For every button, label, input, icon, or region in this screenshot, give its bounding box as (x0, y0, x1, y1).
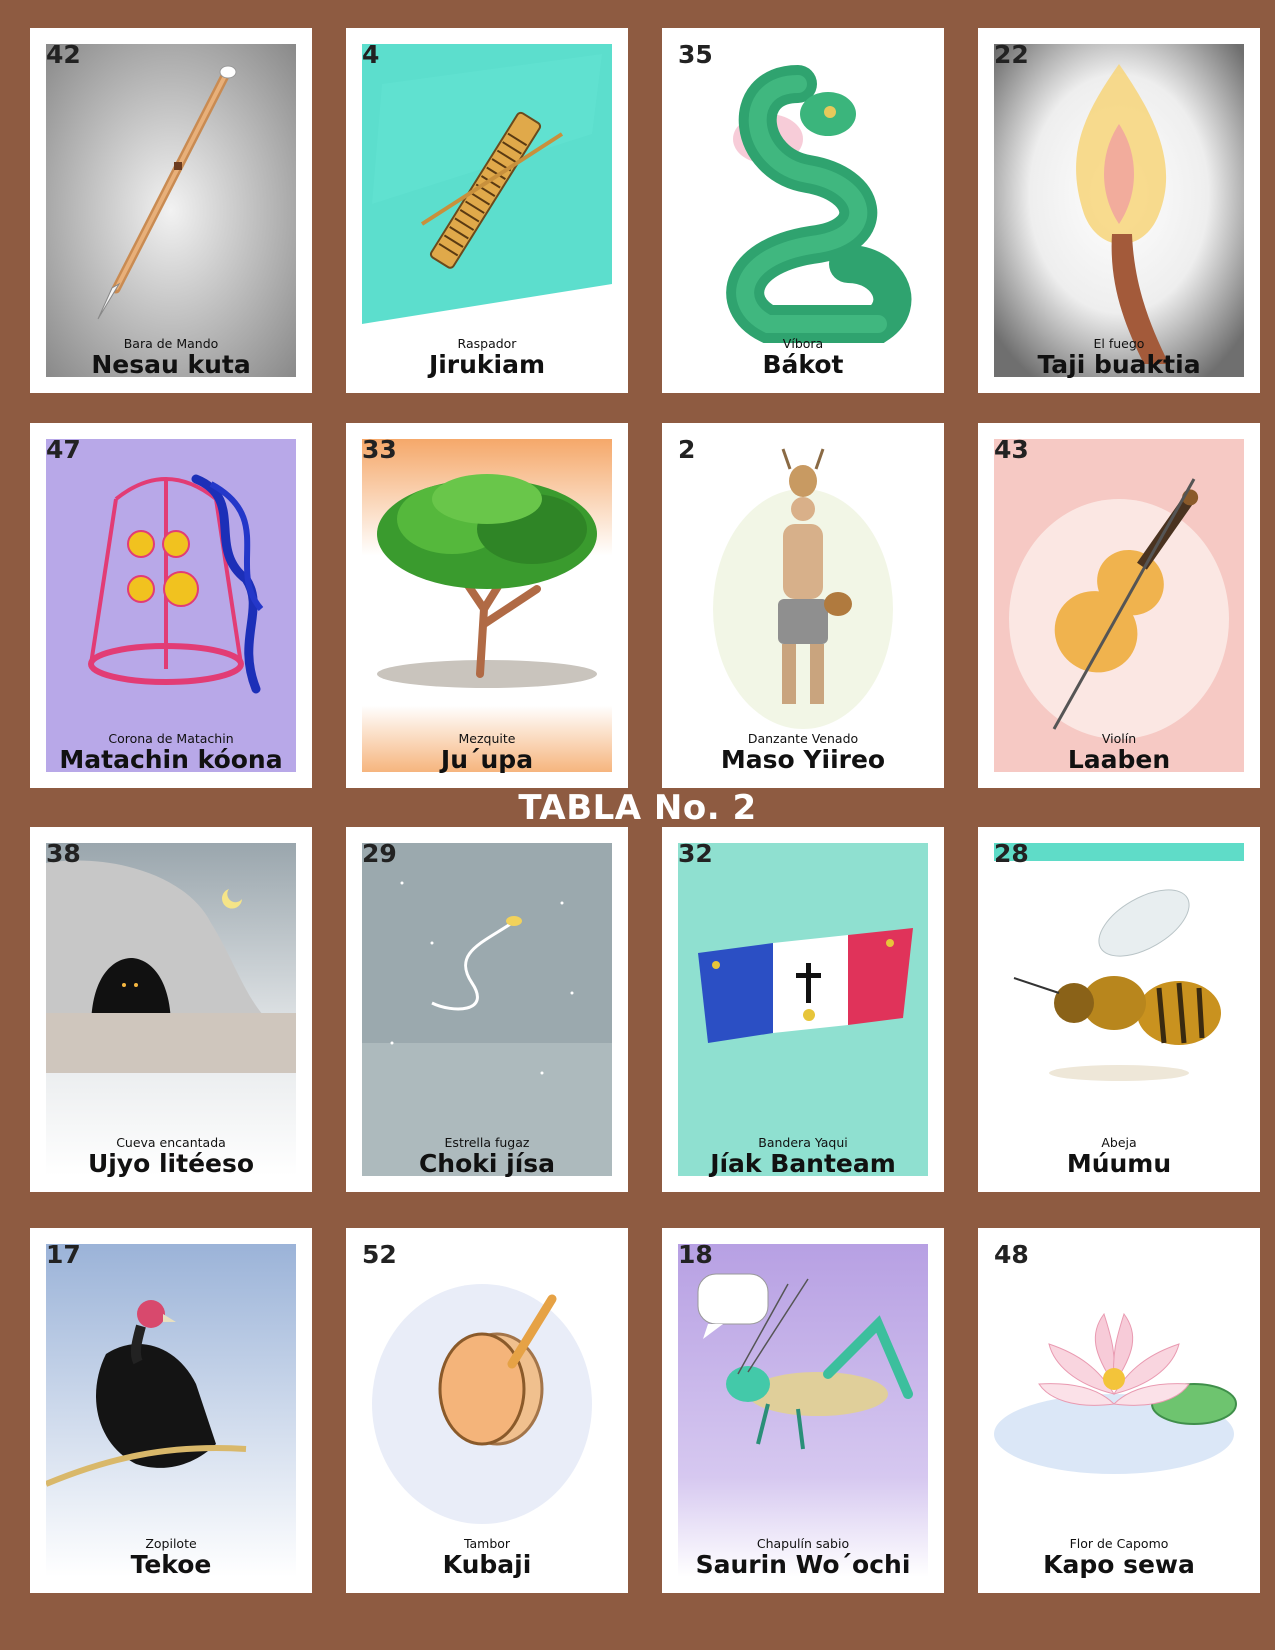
card-label: Raspador Jirukiam (346, 337, 628, 379)
card-number: 47 (46, 435, 81, 464)
card-label: Zopilote Tekoe (30, 1537, 312, 1579)
bee-icon (994, 843, 1244, 1176)
shooting-star-icon (362, 843, 612, 1176)
card-bara-de-mando[interactable]: 42 Bara de Mando Nesau kuta (30, 28, 312, 393)
spanish-name: Raspador (457, 336, 517, 351)
card-number: 35 (678, 40, 713, 69)
drum-icon (362, 1244, 612, 1577)
yaqui-name: Jirukiam (428, 350, 546, 379)
yaqui-name: Ujyo litéeso (87, 1149, 255, 1178)
snake-icon (678, 44, 928, 377)
card-mezquite[interactable]: 33 Mezquite Ju´upa (346, 423, 628, 788)
card-number: 48 (994, 1240, 1029, 1269)
spanish-name: Corona de Matachin (108, 731, 234, 746)
yaqui-name: Tekoe (130, 1550, 212, 1579)
spanish-name: Violín (1101, 731, 1137, 746)
card-label: Tambor Kubaji (346, 1537, 628, 1579)
card-label: Cueva encantada Ujyo litéeso (30, 1136, 312, 1178)
flower-icon (994, 1244, 1244, 1577)
card-zopilote[interactable]: 17 Zopilote Tekoe (30, 1228, 312, 1593)
yaqui-name: Ju´upa (440, 745, 534, 774)
card-number: 4 (362, 40, 380, 69)
card-number: 2 (678, 435, 696, 464)
spanish-name: El fuego (1093, 336, 1145, 351)
yaqui-name: Maso Yiireo (720, 745, 886, 774)
spanish-name: Chapulín sabio (756, 1536, 850, 1551)
yaqui-name: Saurin Wo´ochi (695, 1550, 911, 1579)
card-number: 42 (46, 40, 81, 69)
cave-icon (46, 843, 296, 1176)
tabla-title: TABLA No. 2 (518, 788, 757, 828)
rasp-icon (362, 44, 612, 377)
yaqui-name: Laaben (1067, 745, 1171, 774)
card-label: Flor de Capomo Kapo sewa (978, 1537, 1260, 1579)
card-number: 29 (362, 839, 397, 868)
card-label: Abeja Múumu (978, 1136, 1260, 1178)
card-label: Bandera Yaqui Jíak Banteam (662, 1136, 944, 1178)
spanish-name: Bara de Mando (123, 336, 219, 351)
yaqui-name: Jíak Banteam (710, 1149, 896, 1178)
card-el-fuego[interactable]: 22 El fuego Taji buaktia (978, 28, 1260, 393)
tree-icon (362, 439, 612, 772)
card-danzante-venado[interactable]: 2 Danzante Venado Maso Yiireo (662, 423, 944, 788)
card-flor-de-capomo[interactable]: 48 Flor de Capomo Kapo sewa (978, 1228, 1260, 1593)
card-cueva-encantada[interactable]: 38 Cueva encantada Ujyo litéeso (30, 827, 312, 1192)
card-number: 43 (994, 435, 1029, 464)
yaqui-name: Múumu (1066, 1149, 1172, 1178)
card-label: Corona de Matachin Matachin kóona (30, 732, 312, 774)
violin-icon (994, 439, 1244, 772)
spanish-name: Cueva encantada (116, 1135, 226, 1150)
card-number: 18 (678, 1240, 713, 1269)
card-number: 52 (362, 1240, 397, 1269)
card-tambor[interactable]: 52 Tambor Kubaji (346, 1228, 628, 1593)
card-abeja[interactable]: 28 Abeja Múumu (978, 827, 1260, 1192)
crown-icon (46, 439, 296, 772)
yaqui-name: Choki jísa (418, 1149, 556, 1178)
spanish-name: Abeja (1101, 1135, 1137, 1150)
card-bandera-yaqui[interactable]: 32 Bandera Yaqui Jíak Banteam (662, 827, 944, 1192)
spanish-name: Danzante Venado (747, 731, 859, 746)
card-label: Chapulín sabio Saurin Wo´ochi (662, 1537, 944, 1579)
deer-dancer-icon (678, 439, 928, 772)
spanish-name: Mezquite (458, 731, 516, 746)
card-raspador[interactable]: 4 Raspador Jirukiam (346, 28, 628, 393)
vulture-icon (46, 1244, 296, 1577)
card-violin[interactable]: 43 Violín Laaben (978, 423, 1260, 788)
card-estrella-fugaz[interactable]: 29 Estrella fugaz Choki jísa (346, 827, 628, 1192)
card-label: El fuego Taji buaktia (978, 337, 1260, 379)
yaqui-name: Bákot (762, 350, 844, 379)
yaqui-name: Kapo sewa (1043, 1550, 1195, 1579)
spanish-name: Tambor (463, 1536, 511, 1551)
yaqui-name: Taji buaktia (1037, 350, 1201, 379)
card-number: 38 (46, 839, 81, 868)
spanish-name: Bandera Yaqui (758, 1135, 848, 1150)
card-number: 33 (362, 435, 397, 464)
card-vibora[interactable]: 35 Víbora Bákot (662, 28, 944, 393)
grasshopper-icon (678, 1244, 928, 1577)
spanish-name: Zopilote (145, 1536, 197, 1551)
card-label: Estrella fugaz Choki jísa (346, 1136, 628, 1178)
card-number: 22 (994, 40, 1029, 69)
yaqui-name: Nesau kuta (91, 350, 251, 379)
spanish-name: Víbora (782, 336, 824, 351)
card-number: 28 (994, 839, 1029, 868)
card-chapulin-sabio[interactable]: 18 Chapulín sabio Saurin Wo´ochi (662, 1228, 944, 1593)
card-label: Mezquite Ju´upa (346, 732, 628, 774)
spanish-name: Estrella fugaz (444, 1135, 530, 1150)
card-label: Bara de Mando Nesau kuta (30, 337, 312, 379)
yaqui-name: Matachin kóona (59, 745, 283, 774)
card-label: Danzante Venado Maso Yiireo (662, 732, 944, 774)
card-label: Violín Laaben (978, 732, 1260, 774)
fire-icon (994, 44, 1244, 377)
card-corona-de-matachin[interactable]: 47 Corona de Matachin Matachin kóona (30, 423, 312, 788)
staff-icon (46, 44, 296, 377)
card-number: 32 (678, 839, 713, 868)
card-number: 17 (46, 1240, 81, 1269)
flag-icon (678, 843, 928, 1176)
yaqui-name: Kubaji (442, 1550, 532, 1579)
spanish-name: Flor de Capomo (1069, 1536, 1169, 1551)
card-label: Víbora Bákot (662, 337, 944, 379)
